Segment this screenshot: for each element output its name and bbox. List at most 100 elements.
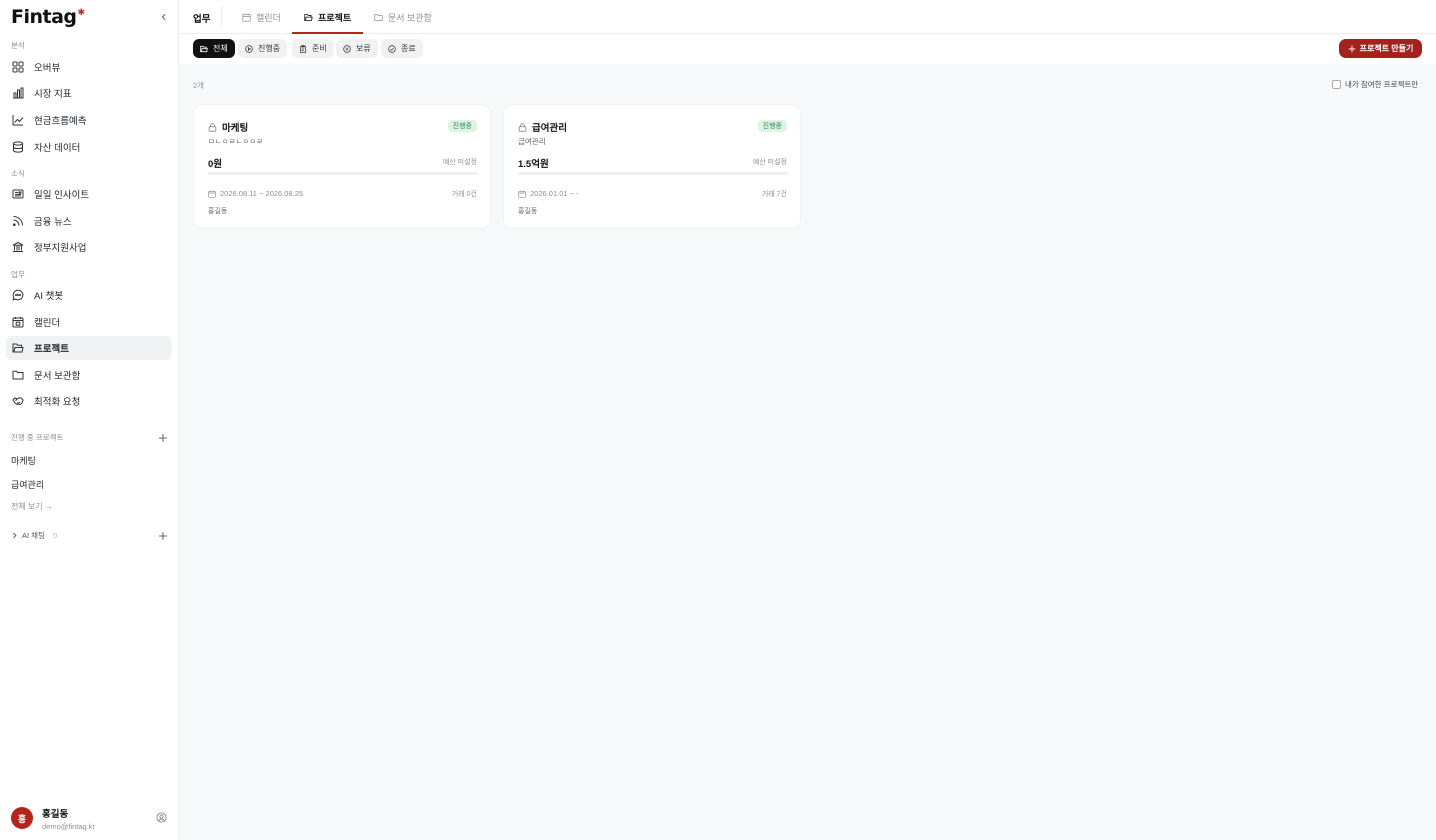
user-email: demo@fintag.kr xyxy=(42,821,96,831)
transaction-count: 거래 0건 xyxy=(451,191,477,198)
project-dates: 2026.01.01 ~ - xyxy=(518,189,579,198)
tab-document-storage[interactable]: 문서 보관함 xyxy=(374,0,432,34)
project-owner: 홍길동 xyxy=(518,208,538,215)
rss-icon xyxy=(13,216,23,226)
in-progress-projects-header: 진행 중 프로젝트 xyxy=(11,432,168,443)
sidebar-item-overview[interactable]: 오버뷰 xyxy=(6,55,172,79)
filter-in-progress[interactable]: 진행중 xyxy=(238,39,288,58)
chevron-left-icon xyxy=(161,13,166,21)
handshake-icon xyxy=(12,397,24,406)
grid-icon xyxy=(12,61,24,73)
sidebar: Fintag ✱ 분석 오버뷰 시장 지표 현금흐름예측 자산 데이터 소식 일… xyxy=(0,0,179,840)
sidebar-project-marketing[interactable]: 마케팅 xyxy=(11,454,36,467)
project-card-marketing[interactable]: 마케팅 진행중 ㅁㄴㅇㄹㄴㅇㅇㄹ 0원 예산 미설정 2026.08.11 ~ … xyxy=(193,104,491,229)
ai-chat-toggle[interactable]: AI 채팅 0 xyxy=(11,530,57,541)
sidebar-item-document-storage[interactable]: 문서 보관함 xyxy=(6,363,172,387)
folder-open-icon xyxy=(12,343,24,353)
project-description: 급여관리 xyxy=(518,137,546,146)
sidebar-item-label: 캘린더 xyxy=(34,318,61,329)
filter-on-hold[interactable]: 보류 xyxy=(336,39,378,58)
filter-preparing[interactable]: 준비 xyxy=(292,39,334,58)
sidebar-item-label: 자산 데이터 xyxy=(34,143,81,154)
calendar-icon xyxy=(518,190,526,198)
project-date-range: 2026.01.01 ~ - xyxy=(530,189,579,198)
lock-icon xyxy=(208,122,217,132)
ai-chat-label: AI 채팅 xyxy=(22,531,45,540)
collapse-sidebar-button[interactable] xyxy=(156,9,172,25)
calendar-icon xyxy=(12,317,24,328)
tab-projects[interactable]: 프로젝트 xyxy=(291,0,364,34)
sidebar-item-label: 프로젝트 xyxy=(34,344,69,355)
tab-calendar[interactable]: 캘린더 xyxy=(242,0,281,34)
create-project-label: 프로젝트 만들기 xyxy=(1359,44,1414,53)
sidebar-item-label: AI 챗봇 xyxy=(34,291,64,302)
transaction-count: 거래 7건 xyxy=(761,191,787,198)
calendar-icon xyxy=(242,13,251,22)
project-budget: 0원 xyxy=(208,159,223,170)
ai-chat-count: 0 xyxy=(52,531,58,540)
section-label-in-progress: 진행 중 프로젝트 xyxy=(11,433,64,442)
filter-label: 종료 xyxy=(401,44,416,53)
lock-icon xyxy=(518,122,527,132)
project-date-range: 2026.08.11 ~ 2026.08.25 xyxy=(220,189,304,198)
my-projects-checkbox[interactable] xyxy=(1332,80,1341,89)
bank-icon xyxy=(12,241,24,252)
project-owner: 홍길동 xyxy=(208,208,228,215)
budget-note: 예산 미설정 xyxy=(752,159,787,166)
fintag-logo[interactable]: Fintag ✱ xyxy=(11,5,85,29)
sidebar-item-finance-news[interactable]: 금융 뉴스 xyxy=(6,209,172,233)
section-label-analysis: 분석 xyxy=(11,41,25,50)
sidebar-item-cashflow-forecast[interactable]: 현금흐름예측 xyxy=(6,108,172,132)
sidebar-item-label: 최적화 요청 xyxy=(34,397,81,408)
status-badge: 진행중 xyxy=(447,120,477,132)
tab-label: 문서 보관함 xyxy=(388,12,432,23)
play-circle-icon xyxy=(245,44,253,53)
divider xyxy=(221,6,222,28)
status-badge: 진행중 xyxy=(757,120,787,132)
pause-circle-icon xyxy=(343,44,351,53)
page-title: 업무 xyxy=(193,14,211,25)
project-count: 2개 xyxy=(193,81,205,90)
database-icon xyxy=(13,141,23,153)
filter-completed[interactable]: 종료 xyxy=(381,39,423,58)
sidebar-item-label: 문서 보관함 xyxy=(34,371,81,382)
filter-label: 진행중 xyxy=(258,44,281,53)
project-title: 급여관리 xyxy=(532,123,567,134)
budget-progress-bar xyxy=(518,172,788,175)
bar-chart-icon xyxy=(13,87,24,99)
sidebar-item-optimization-request[interactable]: 최적화 요청 xyxy=(6,389,172,413)
sidebar-item-market-indicators[interactable]: 시장 지표 xyxy=(6,81,172,105)
chevron-right-icon xyxy=(13,532,17,539)
filter-label: 전체 xyxy=(213,44,228,53)
sidebar-item-asset-data[interactable]: 자산 데이터 xyxy=(6,135,172,159)
folder-open-icon xyxy=(304,13,313,21)
avatar: 홍 xyxy=(11,807,33,829)
create-project-button[interactable]: 프로젝트 만들기 xyxy=(1339,39,1422,58)
project-card-payroll[interactable]: 급여관리 진행중 급여관리 1.5억원 예산 미설정 2026.01.01 ~ … xyxy=(503,104,801,229)
filter-all[interactable]: 전체 xyxy=(193,39,235,58)
sidebar-item-label: 시장 지표 xyxy=(34,89,72,100)
top-bar: 업무 캘린더 프로젝트 문서 보관함 xyxy=(179,0,1436,34)
sidebar-project-payroll[interactable]: 급여관리 xyxy=(11,478,44,491)
check-circle-icon xyxy=(388,44,396,53)
sidebar-item-calendar[interactable]: 캘린더 xyxy=(6,310,172,334)
sidebar-item-label: 오버뷰 xyxy=(34,63,61,74)
filter-bar: 전체 진행중 준비 보류 종료 프로젝트 만들기 xyxy=(179,34,1436,64)
sidebar-item-ai-chatbot[interactable]: AI 챗봇 xyxy=(6,283,172,307)
project-title: 마케팅 xyxy=(222,123,249,134)
sidebar-item-label: 정부지원사업 xyxy=(34,243,87,254)
project-description: ㅁㄴㅇㄹㄴㅇㅇㄹ xyxy=(208,137,264,146)
add-project-icon[interactable] xyxy=(158,433,168,443)
sidebar-item-daily-insight[interactable]: 일일 인사이트 xyxy=(6,182,172,206)
add-chat-icon[interactable] xyxy=(158,531,168,541)
section-label-news: 소식 xyxy=(11,169,25,178)
view-all-projects-link[interactable]: 전체 보기 → xyxy=(11,501,53,512)
user-settings-icon[interactable] xyxy=(156,812,167,823)
folder-icon xyxy=(374,13,383,21)
sidebar-item-projects[interactable]: 프로젝트 xyxy=(6,336,172,360)
project-dates: 2026.08.11 ~ 2026.08.25 xyxy=(208,189,303,198)
section-label-work: 업무 xyxy=(11,270,25,279)
sidebar-item-gov-support[interactable]: 정부지원사업 xyxy=(6,235,172,259)
user-profile[interactable]: 홍 홍길동 demo@fintag.kr xyxy=(11,806,168,831)
my-projects-only-filter[interactable]: 내가 참여한 프로젝트만 xyxy=(1332,79,1418,90)
